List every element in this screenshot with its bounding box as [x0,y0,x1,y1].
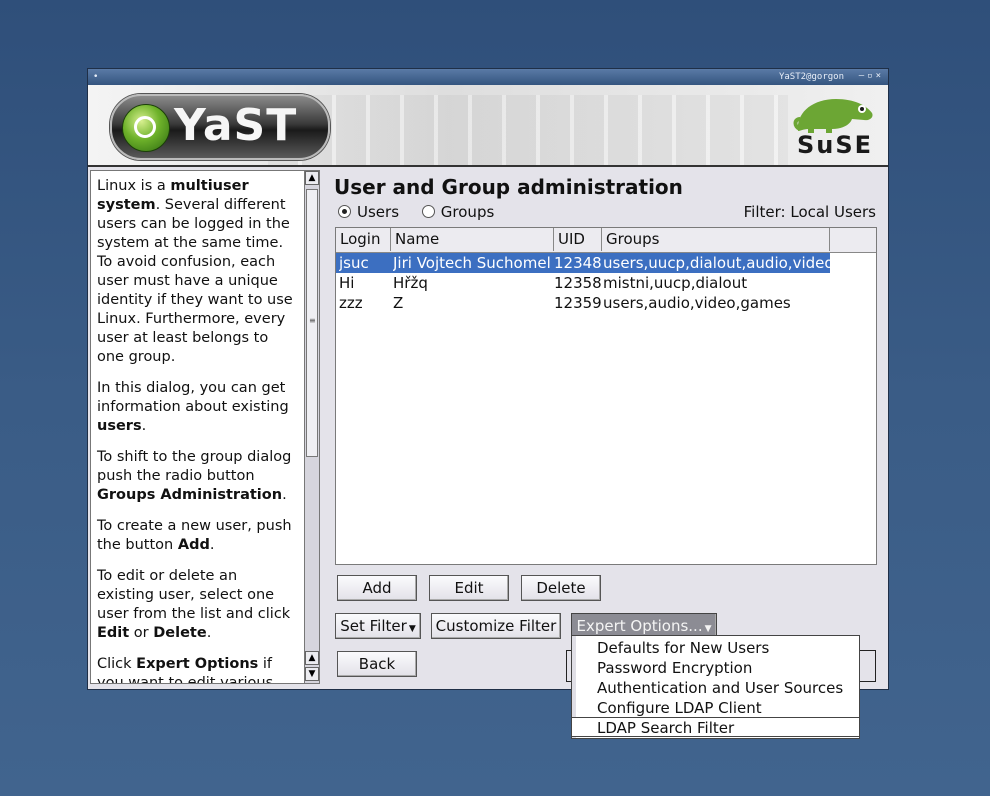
view-radio-group: Users Groups [338,203,512,221]
menu-item-ldap-search-filter[interactable]: LDAP Search Filter [572,717,859,737]
users-table: Login Name UID Groups jsuc Jiri Vojtech S… [335,227,877,565]
cell-uid: 12358 [554,274,602,292]
title-bar[interactable]: • YaST2@gorgon –▫× [88,69,888,85]
help-paragraph: Click Expert Options if you want to edit… [97,656,274,684]
cell-groups: mistni,uucp,dialout [603,274,748,292]
cell-login: zzz [339,294,363,312]
scroll-up-lower-icon[interactable]: ▲ [305,651,319,665]
dropdown-arrow-icon: ▼ [704,624,712,634]
menu-item-authentication-user-sources[interactable]: Authentication and User Sources [572,678,859,698]
help-paragraph: To shift to the group dialog push the ra… [97,449,292,503]
help-paragraph: To edit or delete an existing user, sele… [97,568,291,641]
scrollbar-thumb[interactable]: ≡ [306,189,318,457]
table-row[interactable]: Hi Hřžq 12358 mistni,uucp,dialout [336,273,830,293]
help-paragraph: In this dialog, you can get information … [97,380,289,434]
cell-groups: users,audio,video,games [603,294,791,312]
add-button[interactable]: Add [337,575,417,601]
keyboard-background [268,95,788,165]
cell-groups: users,uucp,dialout,audio,video [603,254,834,272]
cell-login: Hi [339,274,355,292]
add-button-label: Add [362,579,392,597]
column-header-uid[interactable]: UID [554,228,602,251]
column-header-login[interactable]: Login [336,228,391,251]
yast-logo-text: YaST [174,100,298,151]
scroll-up-icon[interactable]: ▲ [305,171,319,185]
help-paragraph: Linux is a multiuser system. Several dif… [97,178,293,365]
customize-filter-label: Customize Filter [435,617,557,635]
suse-logo: SuSE [792,93,878,159]
help-paragraph: To create a new user, push the button Ad… [97,518,292,553]
help-panel: Linux is a multiuser system. Several dif… [90,170,305,684]
window-menu-icon[interactable]: • [93,72,98,82]
table-row[interactable]: zzz Z 12359 users,audio,video,games [336,293,830,313]
radio-checked-icon [338,205,351,218]
delete-button-label: Delete [536,579,586,597]
set-filter-button[interactable]: Set Filter ▼ [335,613,421,639]
yast-window: • YaST2@gorgon –▫× YaST SuSE Linux is a … [87,68,889,690]
filter-status: Filter: Local Users [743,203,876,221]
menu-item-defaults-new-users[interactable]: Defaults for New Users [572,638,859,658]
scroll-down-icon[interactable]: ▼ [305,667,319,681]
page-title: User and Group administration [334,175,683,199]
menu-item-configure-ldap-client[interactable]: Configure LDAP Client [572,698,859,718]
banner: YaST SuSE [88,85,888,167]
set-filter-label: Set Filter [340,617,407,635]
cell-name: Jiri Vojtech Suchomel [393,254,551,272]
cell-name: Hřžq [393,274,428,292]
help-scrollbar[interactable]: ▲ ≡ ▲ ▼ [304,170,320,684]
cell-name: Z [393,294,404,312]
cell-uid: 12348 [554,254,602,272]
column-header-groups[interactable]: Groups [602,228,830,251]
edit-button[interactable]: Edit [429,575,509,601]
back-button[interactable]: Back [337,651,417,677]
yast-logo: YaST [110,94,330,160]
cell-login: jsuc [339,254,369,272]
back-button-label: Back [358,655,396,673]
suse-logo-text: SuSE [796,131,874,159]
radio-unchecked-icon [421,205,435,218]
table-header: Login Name UID Groups [336,228,876,253]
dropdown-arrow-icon: ▼ [408,624,416,634]
window-title: YaST2@gorgon [778,72,844,82]
help-text: Linux is a multiuser system. Several dif… [97,177,297,684]
expert-options-menu: Defaults for New Users Password Encrypti… [571,635,860,739]
customize-filter-button[interactable]: Customize Filter [431,613,561,639]
edit-button-label: Edit [454,579,484,597]
cell-uid: 12359 [554,294,602,312]
menu-item-password-encryption[interactable]: Password Encryption [572,658,859,678]
window-controls[interactable]: –▫× [859,71,884,81]
yast-logo-icon [122,104,170,152]
expert-options-label: Expert Options... [576,617,703,635]
radio-users[interactable]: Users [338,203,399,221]
radio-groups-label: Groups [440,203,495,221]
table-row[interactable]: jsuc Jiri Vojtech Suchomel 12348 users,uucp… [336,253,834,273]
delete-button[interactable]: Delete [521,575,601,601]
suse-chameleon-icon [793,99,873,133]
column-header-name[interactable]: Name [391,228,554,251]
radio-groups[interactable]: Groups [421,203,495,221]
radio-users-label: Users [357,203,400,221]
